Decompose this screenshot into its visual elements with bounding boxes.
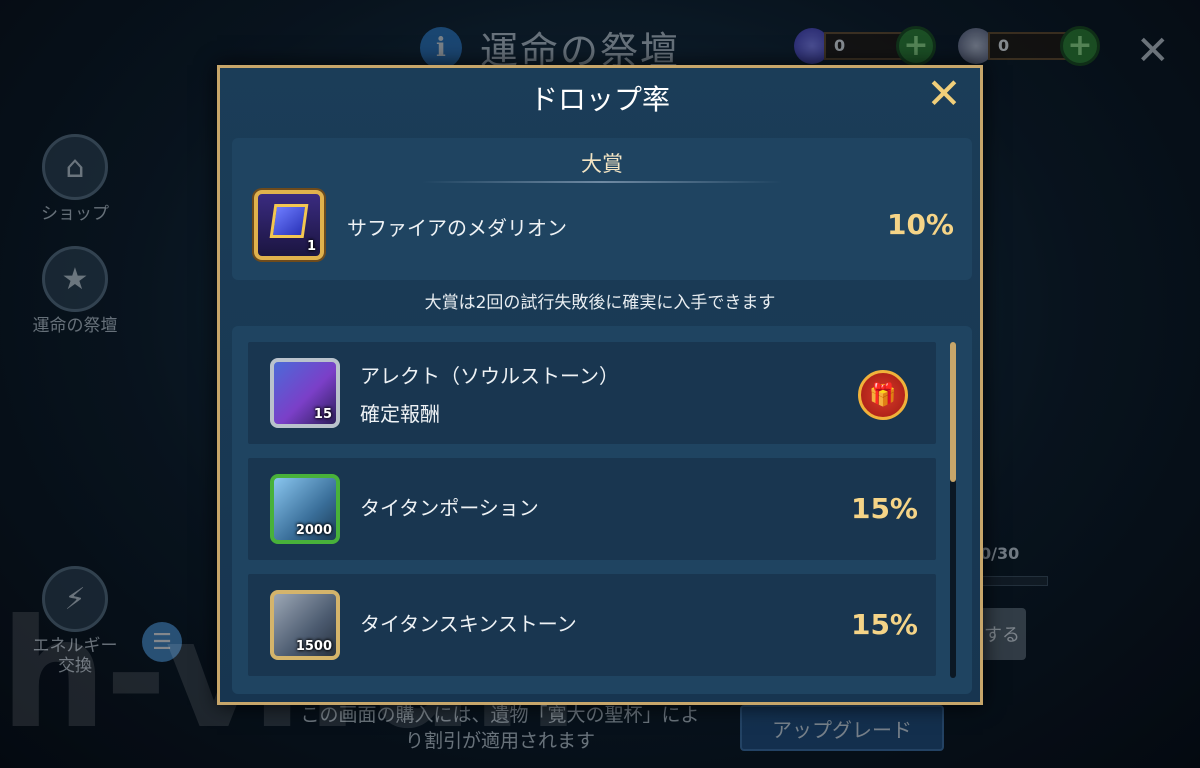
list-item: 2000 タイタンポーション 15% [248,458,936,560]
side-menu-label: 運命の祭壇 [32,316,118,336]
scroll-thumb[interactable] [950,342,956,482]
upgrade-button[interactable]: アップグレード [740,705,944,751]
item-name: タイタンスキンストーン [360,612,577,636]
currency-crystal: 0 + [958,26,1108,66]
currency-value: 0 [988,32,1068,60]
item-quantity: 1500 [295,639,332,654]
gift-icon: 🎁 [858,370,908,420]
drop-list[interactable]: 15 アレクト（ソウルストーン） 確定報酬 🎁 2000 タイタンポーション 1… [232,326,972,694]
info-icon[interactable]: i [420,26,462,69]
add-currency-button[interactable]: + [896,26,936,66]
close-icon[interactable]: ✕ [922,72,966,116]
progress-counter: 0/30 [980,544,1020,563]
item-name: タイタンポーション [360,496,539,520]
item-rate: 15% [850,608,918,641]
item-name: アレクト（ソウルストーン） [360,364,619,388]
side-menu-energy-exchange[interactable]: ⚡ エネルギー 交換 [20,566,130,676]
currency-value: 0 [824,32,904,60]
divider [422,181,782,183]
item-subtitle: 確定報酬 [360,402,440,426]
side-menu-shop[interactable]: ⌂ ショップ [20,134,130,224]
close-icon[interactable]: ✕ [1136,28,1170,74]
side-menu-label: エネルギー 交換 [32,636,118,676]
side-menu-label: ショップ [41,204,109,224]
item-rate: 15% [850,492,918,525]
grand-prize-rate: 10% [886,208,954,241]
grand-prize-panel: 大賞 1 サファイアのメダリオン 10% [232,138,972,280]
list-item: 15 アレクト（ソウルストーン） 確定報酬 🎁 [248,342,936,444]
currency-sapphire: 0 + [794,26,944,66]
energy-exchange-icon: ⚡ [42,566,108,632]
drop-rate-dialog: ドロップ率 ✕ 大賞 1 サファイアのメダリオン 10% 大賞は2回の試行失敗後… [217,65,983,705]
shop-icon: ⌂ [42,134,108,200]
grand-prize-heading: 大賞 [581,152,623,176]
grand-prize-name: サファイアのメダリオン [347,216,567,240]
medallion-icon[interactable]: 1 [254,190,324,260]
item-quantity: 15 [313,407,332,422]
discount-notice: この画面の購入には、遺物「寛大の聖杯」により割引が適用されます [300,704,700,752]
scrollbar[interactable] [950,342,956,678]
medallion-graphic [269,204,309,238]
progress-bar [980,576,1048,586]
add-currency-button[interactable]: + [1060,26,1100,66]
side-menu-altar[interactable]: ★ 運命の祭壇 [20,246,130,336]
guarantee-text: 大賞は2回の試行失敗後に確実に入手できます [424,293,776,313]
potion-icon[interactable]: 2000 [270,474,340,544]
star-badge-icon: ★ [42,246,108,312]
item-quantity: 1 [306,239,316,254]
list-icon[interactable]: ☰ [142,622,182,662]
dialog-title: ドロップ率 [529,83,670,116]
list-item: 1500 タイタンスキンストーン 15% [248,574,936,676]
skin-stone-icon[interactable]: 1500 [270,590,340,660]
soulstone-icon[interactable]: 15 [270,358,340,428]
item-quantity: 2000 [295,523,332,538]
buy-button[interactable]: する [980,608,1026,660]
